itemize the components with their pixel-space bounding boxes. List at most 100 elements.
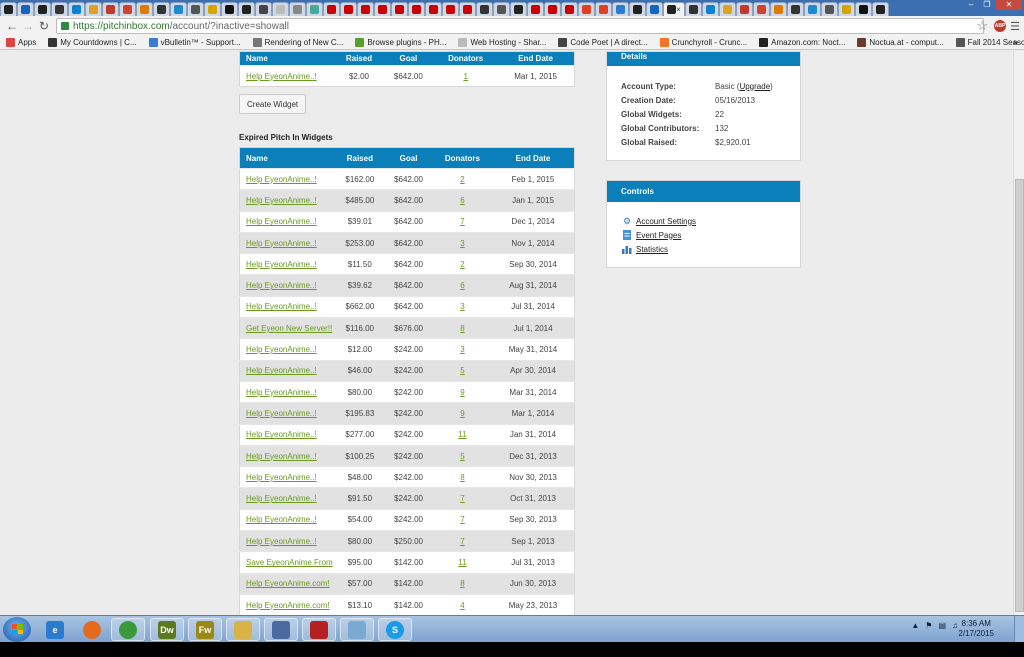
browser-tab[interactable] <box>374 2 391 16</box>
browser-tab[interactable] <box>340 2 357 16</box>
widget-name-link[interactable]: Help EyeonAnime..! <box>246 473 317 482</box>
browser-tab[interactable] <box>306 2 323 16</box>
taskbar-tool-button[interactable] <box>340 618 374 641</box>
widget-name-link[interactable]: Help EyeonAnime..! <box>246 430 317 439</box>
browser-tab[interactable] <box>459 2 476 16</box>
donators-link[interactable]: 7 <box>460 515 464 524</box>
bookmark-item[interactable]: Rendering of New C... <box>252 38 343 47</box>
bookmark-item[interactable]: Browse plugins - PH... <box>355 38 446 47</box>
adblock-icon[interactable]: ABP <box>994 20 1006 32</box>
browser-tab[interactable] <box>0 2 17 16</box>
browser-tab[interactable] <box>646 2 663 16</box>
donators-link[interactable]: 3 <box>460 345 464 354</box>
widget-name-link[interactable]: Help EyeonAnime..! <box>246 175 317 184</box>
donators-link[interactable]: 11 <box>458 558 466 567</box>
create-widget-button[interactable]: Create Widget <box>239 94 307 114</box>
browser-tab[interactable] <box>612 2 629 16</box>
reload-icon[interactable]: ↻ <box>36 19 52 33</box>
browser-tab[interactable] <box>255 2 272 16</box>
donators-link[interactable]: 6 <box>460 281 464 290</box>
browser-tab[interactable] <box>702 2 719 16</box>
donators-link[interactable]: 8 <box>460 324 464 333</box>
widget-name-link[interactable]: Help EyeonAnime..! <box>246 494 317 503</box>
browser-tab[interactable] <box>323 2 340 16</box>
bookmark-item[interactable]: Code Poet | A direct... <box>558 38 648 47</box>
back-icon[interactable]: ← <box>4 19 20 33</box>
browser-tab[interactable] <box>561 2 578 16</box>
donators-link[interactable]: 8 <box>460 579 464 588</box>
donators-link[interactable]: 4 <box>460 601 464 610</box>
browser-tab[interactable] <box>510 2 527 16</box>
browser-tab[interactable] <box>544 2 561 16</box>
start-button[interactable] <box>3 617 31 642</box>
browser-tab[interactable] <box>527 2 544 16</box>
donators-link[interactable]: 6 <box>460 196 464 205</box>
control-statistics[interactable]: Statistics <box>622 242 800 256</box>
browser-tab[interactable] <box>821 2 838 16</box>
tab-close-icon[interactable]: × <box>676 5 681 14</box>
widget-name-link[interactable]: Help EyeonAnime..! <box>246 345 317 354</box>
flag-icon[interactable]: ⚑ <box>925 621 932 630</box>
widget-name-link[interactable]: Help EyeonAnime..! <box>246 196 317 205</box>
widget-name-link[interactable]: Help EyeonAnime..! <box>246 409 317 418</box>
browser-tab[interactable] <box>187 2 204 16</box>
browser-tab[interactable] <box>595 2 612 16</box>
close-window-button[interactable]: ✕ <box>996 0 1022 10</box>
browser-tab[interactable] <box>476 2 493 16</box>
menu-icon[interactable]: ☰ <box>1010 20 1020 33</box>
upgrade-link[interactable]: Upgrade <box>739 82 770 91</box>
clock[interactable]: 8:36 AM 2/17/2015 <box>958 619 994 639</box>
donators-link[interactable]: 7 <box>460 217 464 226</box>
tray-expand-icon[interactable]: ▲ <box>911 621 919 630</box>
bookmark-star-icon[interactable]: ☆ <box>976 18 988 34</box>
browser-tab[interactable] <box>102 2 119 16</box>
browser-tab[interactable] <box>357 2 374 16</box>
taskbar-filezilla-button[interactable] <box>302 618 336 641</box>
browser-tab[interactable] <box>493 2 510 16</box>
minimize-button[interactable]: – <box>964 0 978 10</box>
browser-tab[interactable] <box>391 2 408 16</box>
widget-name-link[interactable]: Help EyeonAnime..! <box>246 281 317 290</box>
bookmark-item[interactable]: vBulletin™ - Support... <box>148 38 241 47</box>
scrollbar-thumb[interactable] <box>1015 179 1024 612</box>
donators-link[interactable]: 5 <box>460 366 464 375</box>
browser-tab[interactable] <box>272 2 289 16</box>
browser-tab[interactable] <box>719 2 736 16</box>
taskbar-explorer-button[interactable] <box>226 618 260 641</box>
donators-link[interactable]: 3 <box>460 239 464 248</box>
widget-name-link[interactable]: Get Eyeon New Server!! <box>246 324 332 333</box>
donators-link[interactable]: 3 <box>460 302 464 311</box>
widget-name-link[interactable]: Help EyeonAnime..! <box>246 452 317 461</box>
browser-tab[interactable] <box>119 2 136 16</box>
bookmark-item[interactable]: Apps <box>6 38 36 47</box>
browser-tab[interactable] <box>68 2 85 16</box>
donators-link[interactable]: 1 <box>463 72 467 81</box>
taskbar-ie-button[interactable]: e <box>38 618 72 641</box>
widget-name-link[interactable]: Help EyeonAnime..! <box>246 72 317 81</box>
forward-icon[interactable]: → <box>20 19 36 33</box>
browser-tab[interactable] <box>204 2 221 16</box>
donators-link[interactable]: 2 <box>460 175 464 184</box>
browser-tab[interactable] <box>289 2 306 16</box>
donators-link[interactable]: 5 <box>460 452 464 461</box>
donators-link[interactable]: 11 <box>458 430 466 439</box>
donators-link[interactable]: 8 <box>460 473 464 482</box>
page-scrollbar[interactable] <box>1013 51 1024 615</box>
event-pages-link[interactable]: Event Pages <box>636 231 681 240</box>
widget-name-link[interactable]: Help EyeonAnime..! <box>246 515 317 524</box>
widget-name-link[interactable]: Help EyeonAnime.com! <box>246 601 330 610</box>
address-bar[interactable]: https://pitchinbox.com/account/?inactive… <box>56 18 984 34</box>
taskbar-chrome-button[interactable] <box>111 618 145 641</box>
browser-tab-active[interactable]: × <box>663 2 685 16</box>
browser-tab[interactable] <box>838 2 855 16</box>
control-account-settings[interactable]: ⚙ Account Settings <box>622 214 800 228</box>
browser-tab[interactable] <box>238 2 255 16</box>
network-icon[interactable]: ▤ <box>938 621 946 630</box>
widget-name-link[interactable]: Help EyeonAnime..! <box>246 239 317 248</box>
restore-button[interactable]: ❐ <box>980 0 994 10</box>
browser-tab[interactable] <box>855 2 872 16</box>
widget-name-link[interactable]: Help EyeonAnime..! <box>246 366 317 375</box>
widget-name-link[interactable]: Help EyeonAnime..! <box>246 388 317 397</box>
browser-tab[interactable] <box>770 2 787 16</box>
donators-link[interactable]: 9 <box>460 388 464 397</box>
